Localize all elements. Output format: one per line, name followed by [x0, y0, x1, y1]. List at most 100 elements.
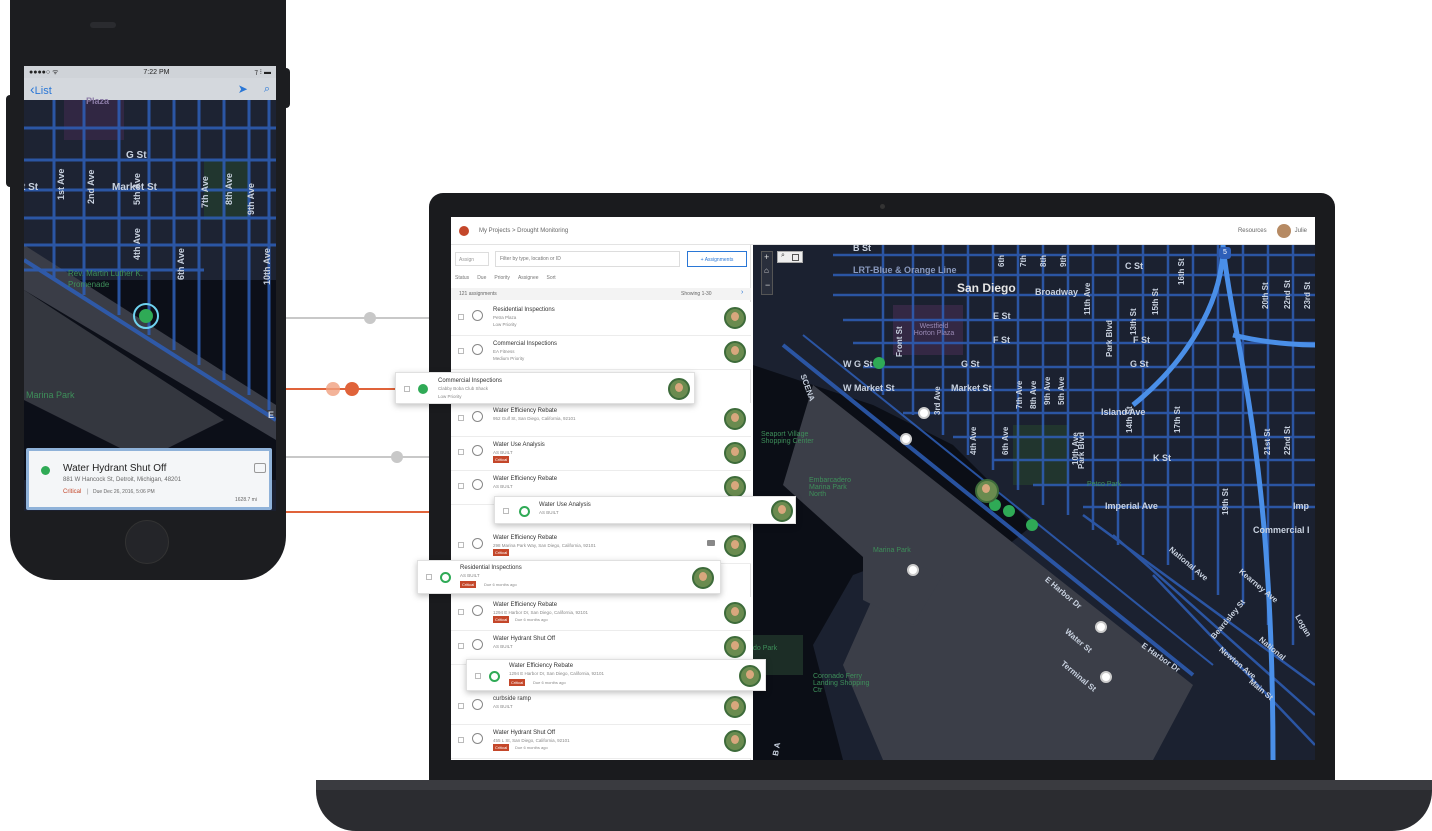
popup-card[interactable]: Residential Inspections AS BUILT Critica… [417, 560, 721, 594]
map-label: E [268, 410, 275, 420]
row-checkbox[interactable] [458, 415, 464, 421]
resources-link[interactable]: Resources [1238, 228, 1267, 234]
critical-badge: Critical [493, 456, 510, 463]
home-icon[interactable]: ⌂ [764, 266, 769, 275]
row-checkbox[interactable] [458, 609, 464, 615]
filter-assignee[interactable]: Assignee [518, 275, 539, 281]
home-button[interactable] [125, 520, 169, 564]
map-label: t St [24, 182, 39, 193]
search-icon[interactable]: ⌕ [781, 252, 785, 260]
user-avatar[interactable] [724, 307, 746, 329]
filter-status[interactable]: Status [455, 275, 469, 281]
connector-line [286, 317, 433, 319]
location-arrow-icon[interactable]: ➤ [238, 82, 248, 96]
row-checkbox[interactable] [458, 348, 464, 354]
search-icon[interactable]: ⌕ [264, 83, 270, 96]
add-assignments-button[interactable]: + Assignments [687, 251, 747, 267]
assignment-card[interactable]: Water Hydrant Shut Off 881 W Hancock St,… [26, 448, 272, 510]
app-header: My Projects > Drought Monitoring Resourc… [451, 217, 1315, 245]
phone-map[interactable]: Plaza G St Market St t St 1st Ave 2nd Av… [24, 96, 276, 480]
row-checkbox[interactable] [475, 673, 481, 679]
row-checkbox[interactable] [458, 483, 464, 489]
popup-card[interactable]: Commercial Inspections Clabby Boba Club … [395, 372, 695, 404]
row-checkbox[interactable] [404, 386, 410, 392]
popup-priority: Low Priority [438, 394, 462, 399]
breadcrumb[interactable]: My Projects > Drought Monitoring [479, 228, 568, 234]
map-label: 7th Ave [200, 176, 210, 208]
user-avatar[interactable] [724, 636, 746, 658]
map-label: 9th Ave [1043, 376, 1052, 405]
row-checkbox[interactable] [458, 542, 464, 548]
map-label: Imperial Ave [1105, 501, 1158, 511]
assign-dropdown[interactable]: Assign [455, 252, 489, 266]
row-priority: Low Priority [493, 322, 517, 327]
user-avatar[interactable] [692, 567, 714, 589]
battery-indicator: ⁊ ⁝ ▬ [254, 69, 271, 76]
filter-due[interactable]: Due [477, 275, 486, 281]
popup-card[interactable]: Water Use Analysis AS BUILT [494, 496, 796, 524]
filter-sort[interactable]: Sort [547, 275, 556, 281]
user-avatar[interactable] [724, 341, 746, 363]
zoom-out-icon[interactable]: − [765, 280, 770, 290]
user-avatar[interactable] [724, 602, 746, 624]
zoom-control: + ⌂ − [761, 251, 773, 295]
chat-icon[interactable] [707, 540, 715, 546]
user-avatar[interactable] [975, 479, 999, 503]
chat-icon[interactable] [254, 463, 266, 473]
row-checkbox[interactable] [458, 314, 464, 320]
user-avatar[interactable] [771, 500, 793, 522]
user-avatar[interactable] [724, 442, 746, 464]
row-checkbox[interactable] [426, 574, 432, 580]
map-label: 8th Ave [1029, 380, 1038, 409]
chevron-right-icon[interactable]: › [741, 289, 743, 296]
user-avatar[interactable] [724, 535, 746, 557]
map-label: Market St [951, 383, 992, 393]
list-item[interactable]: Commercial Inspections EA Fitness Medium… [451, 336, 751, 370]
user-name[interactable]: Julie [1295, 228, 1307, 234]
user-avatar[interactable] [724, 730, 746, 752]
user-avatar[interactable] [1276, 223, 1291, 238]
popup-card[interactable]: Water Efficiency Rebate 1294 E Harbor Dr… [466, 659, 766, 691]
map-label: 11th Ave [1083, 282, 1092, 315]
zoom-in-icon[interactable]: + [764, 252, 769, 262]
map-label: Marina Park [873, 547, 911, 554]
back-button[interactable]: ‹List [30, 81, 52, 97]
list-item[interactable]: Water Hydrant Shut Off 455 L St, San Die… [451, 725, 751, 759]
row-checkbox[interactable] [458, 703, 464, 709]
app-logo[interactable] [459, 225, 469, 236]
row-title: Water Use Analysis [493, 442, 545, 448]
popup-title: Residential Inspections [460, 565, 522, 571]
filter-input[interactable] [495, 251, 680, 267]
row-checkbox[interactable] [458, 643, 464, 649]
filter-priority[interactable]: Priority [494, 275, 510, 281]
row-title: Water Efficiency Rebate [493, 476, 558, 482]
row-checkbox[interactable] [458, 737, 464, 743]
map-label: Embarcadero Marina Park North [809, 477, 852, 498]
list-item[interactable]: Water Efficiency Rebate 298 Marina Park … [451, 530, 751, 564]
user-avatar[interactable] [668, 378, 690, 400]
map-tools[interactable]: ⌕ [777, 251, 803, 263]
list-item[interactable]: Water Use Analysis AS BUILT Critical [451, 437, 751, 471]
basemap-icon[interactable] [792, 254, 799, 261]
row-checkbox[interactable] [503, 508, 509, 514]
list-item[interactable]: Water Efficiency Rebate 1294 E Harbor Dr… [451, 597, 751, 631]
user-avatar[interactable] [724, 408, 746, 430]
map-label: 23rd St [1303, 281, 1312, 309]
target-icon [472, 699, 483, 710]
row-checkbox[interactable] [458, 449, 464, 455]
status-bar: ●●●●○ ᯤ 7:22 PM ⁊ ⁝ ▬ [24, 66, 276, 78]
user-avatar[interactable] [724, 476, 746, 498]
user-avatar[interactable] [739, 665, 761, 687]
list-item[interactable]: Residential Inspections Petra Plaza Low … [451, 302, 751, 336]
map-label: G St [961, 359, 980, 369]
filter-bar: Status Due Priority Assignee Sort [455, 275, 556, 281]
map-view[interactable]: + ⌂ − ⌕ B St LRT-Blue & Orange Line C St… [753, 245, 1315, 760]
row-subtitle: AS BUILT [493, 704, 513, 709]
signal-indicator: ●●●●○ ᯤ [29, 68, 59, 76]
clock-icon [472, 310, 483, 321]
list-item[interactable]: Water Efficiency Rebate 952 Gulf St, San… [451, 403, 751, 437]
user-avatar[interactable] [724, 696, 746, 718]
list-item[interactable]: curbside ramp AS BUILT [451, 691, 751, 725]
map-label: W Market St [843, 383, 895, 393]
connector-line [286, 388, 398, 390]
